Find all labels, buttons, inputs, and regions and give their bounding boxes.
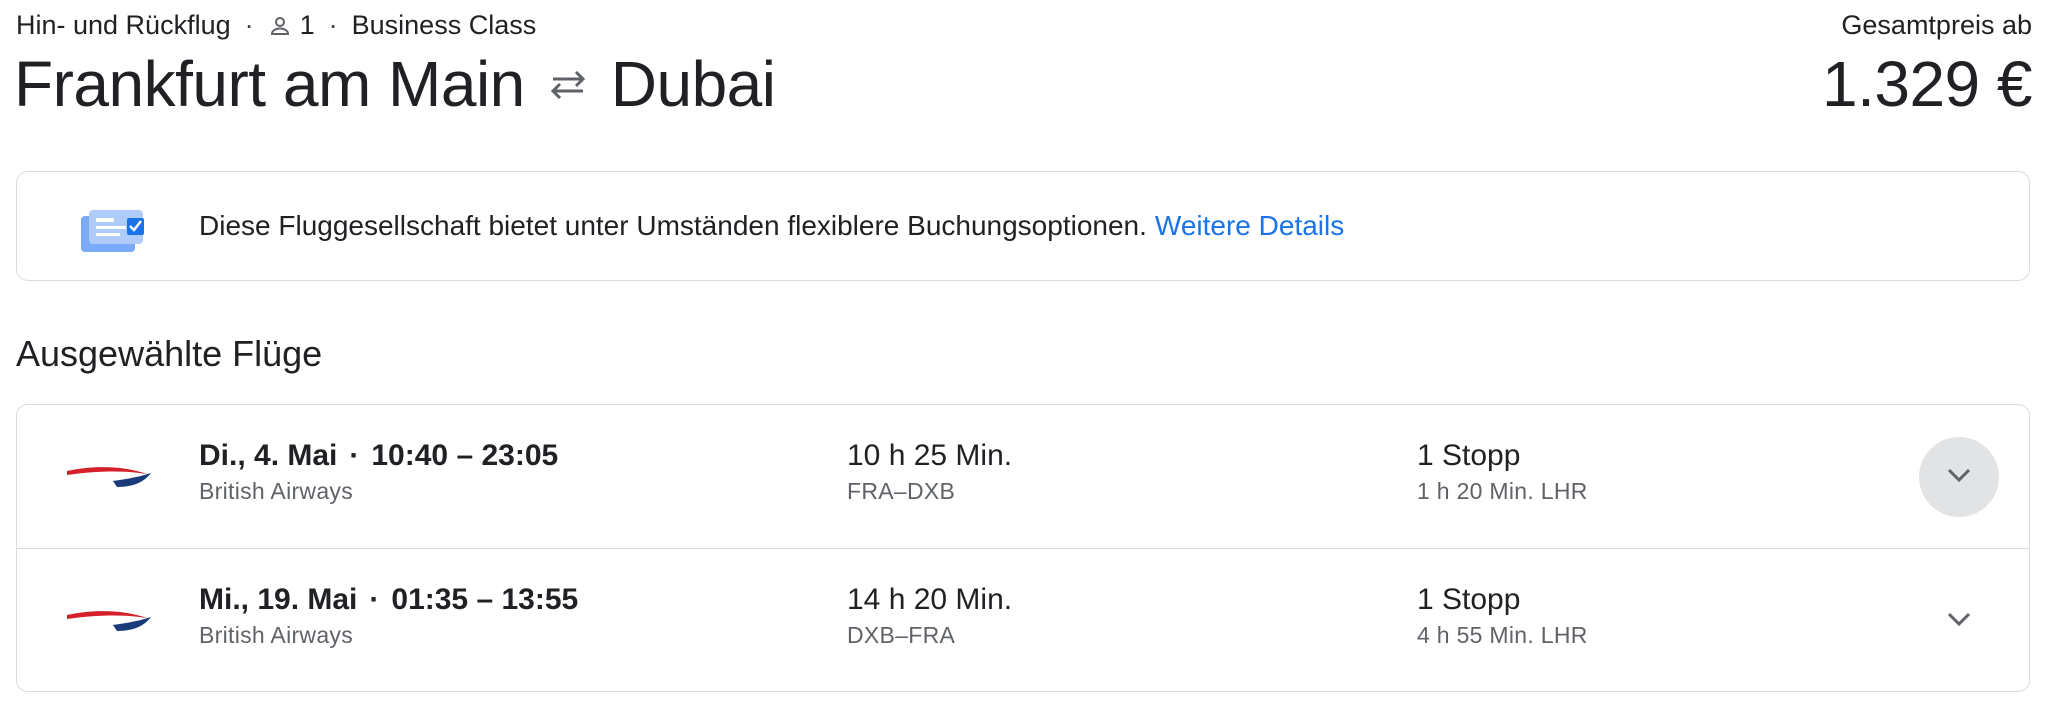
- flight-stops-block: 1 Stopp 4 h 55 Min. LHR: [1417, 581, 1588, 650]
- banner-message: Diese Fluggesellschaft bietet unter Umst…: [199, 172, 1344, 279]
- flight-date: Mi., 19. Mai: [199, 583, 358, 616]
- flight-times: 01:35 – 13:55: [391, 583, 579, 616]
- flight-row-outbound[interactable]: Di., 4. Mai · 10:40 – 23:05 British Airway…: [17, 405, 2029, 548]
- separator-dot: ·: [244, 10, 254, 40]
- flight-duration: 10 h 25 Min.: [847, 439, 1013, 472]
- flight-duration-block: 14 h 20 Min. DXB–FRA: [847, 581, 1012, 650]
- flight-date-time: Di., 4. Mai · 10:40 – 23:05 British Airway…: [199, 437, 558, 506]
- total-price: 1.329 €: [1821, 48, 2033, 120]
- chevron-down-icon: [1945, 610, 1973, 633]
- cabin-class: Business Class: [351, 10, 537, 40]
- passenger-count: 1: [299, 10, 315, 40]
- section-title: Ausgewählte Flüge: [16, 333, 323, 374]
- route-title: Frankfurt am Main Dubai: [14, 44, 776, 124]
- flight-stop-detail: 4 h 55 Min. LHR: [1417, 622, 1588, 648]
- banner-text: Diese Fluggesellschaft bietet unter Umst…: [199, 209, 1147, 241]
- info-banner: Diese Fluggesellschaft bietet unter Umst…: [16, 171, 2030, 281]
- person-icon: [268, 14, 292, 38]
- flight-stops: 1 Stopp: [1417, 439, 1521, 472]
- expand-flight-button[interactable]: [1919, 437, 1999, 517]
- separator-dot: ·: [349, 439, 360, 472]
- flight-date-time: Mi., 19. Mai · 01:35 – 13:55 British Airwa…: [199, 581, 578, 650]
- flight-row-return[interactable]: Mi., 19. Mai · 01:35 – 13:55 British Airwa…: [17, 548, 2029, 692]
- flight-duration-block: 10 h 25 Min. FRA–DXB: [847, 437, 1012, 506]
- separator-dot: ·: [328, 10, 338, 40]
- destination-city: Dubai: [610, 48, 776, 120]
- total-price-label: Gesamtpreis ab: [1841, 10, 2032, 40]
- airline-name: British Airways: [199, 622, 354, 648]
- chevron-down-icon: [1945, 466, 1973, 489]
- booking-options-icon: [79, 208, 149, 259]
- flight-times: 10:40 – 23:05: [371, 439, 559, 472]
- trip-summary: Hin- und Rückflug · 1 · Business Class: [16, 10, 536, 41]
- trip-type: Hin- und Rückflug: [16, 10, 231, 40]
- flight-stop-detail: 1 h 20 Min. LHR: [1417, 478, 1588, 504]
- separator-dot: ·: [369, 583, 380, 616]
- airline-name: British Airways: [199, 478, 354, 504]
- flight-route: DXB–FRA: [847, 622, 956, 648]
- flight-stops: 1 Stopp: [1417, 583, 1521, 616]
- more-details-link[interactable]: Weitere Details: [1155, 210, 1344, 242]
- british-airways-logo-icon: [65, 461, 153, 496]
- flight-route: FRA–DXB: [847, 478, 956, 504]
- expand-flight-button[interactable]: [1919, 581, 1999, 661]
- origin-city: Frankfurt am Main: [14, 48, 525, 120]
- flight-duration: 14 h 20 Min.: [847, 583, 1013, 616]
- swap-arrows-icon: [547, 69, 589, 99]
- selected-flights-list: Di., 4. Mai · 10:40 – 23:05 British Airway…: [16, 404, 2030, 692]
- flight-date: Di., 4. Mai: [199, 439, 338, 472]
- flight-stops-block: 1 Stopp 1 h 20 Min. LHR: [1417, 437, 1588, 506]
- british-airways-logo-icon: [65, 605, 153, 640]
